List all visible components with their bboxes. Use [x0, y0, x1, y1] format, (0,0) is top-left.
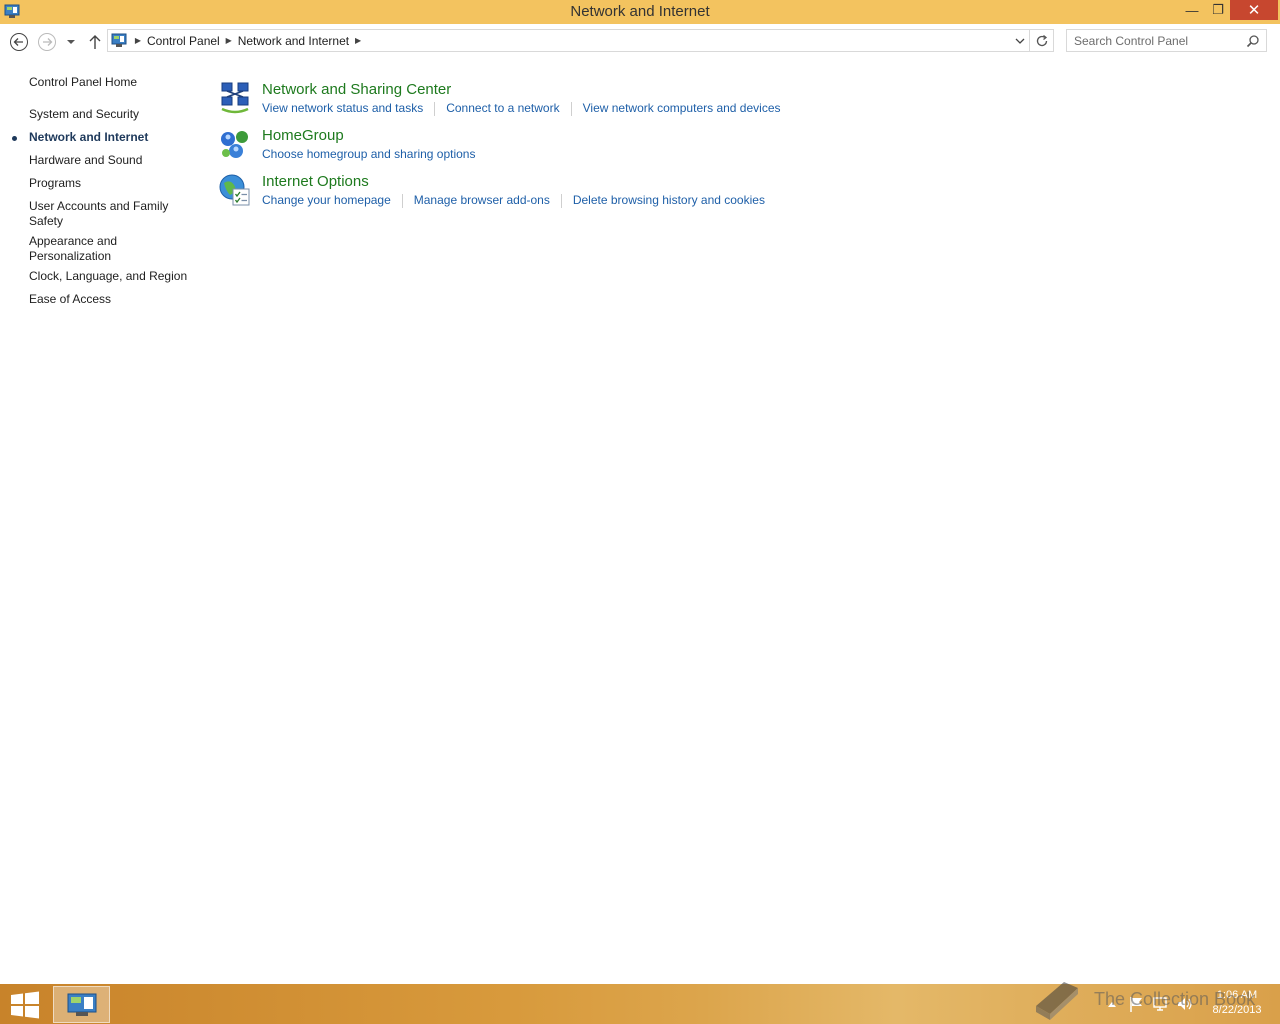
link-choose-homegroup[interactable]: Choose homegroup and sharing options — [262, 147, 475, 161]
network-sharing-icon[interactable] — [218, 81, 252, 115]
category-title-internet-options[interactable]: Internet Options — [262, 173, 369, 190]
link-delete-browsing-history[interactable]: Delete browsing history and cookies — [573, 193, 765, 208]
up-button[interactable] — [85, 32, 105, 52]
forward-button[interactable] — [37, 32, 57, 52]
window-title: Network and Internet — [570, 3, 710, 20]
link-divider — [570, 102, 572, 116]
sidebar-item-ease-of-access[interactable]: Ease of Access — [29, 292, 194, 307]
sidebar-item-appearance[interactable]: Appearance and Personalization — [29, 234, 139, 264]
windows-start-icon[interactable] — [8, 990, 42, 1020]
taskbar: 1:06 AM 8/22/2013 — [0, 984, 1280, 1024]
sidebar-home-link[interactable]: Control Panel Home — [29, 75, 137, 89]
maximize-button[interactable]: ❐ — [1204, 0, 1232, 20]
category-links: Change your homepage Manage browser add-… — [262, 193, 765, 208]
breadcrumb-control-panel[interactable]: Control Panel — [147, 34, 220, 48]
internet-options-icon[interactable] — [218, 173, 252, 207]
control-panel-icon — [111, 33, 127, 47]
taskbar-control-panel-button[interactable] — [53, 986, 110, 1023]
category-title-network-sharing[interactable]: Network and Sharing Center — [262, 81, 451, 98]
homegroup-icon[interactable] — [218, 127, 252, 161]
search-box[interactable] — [1066, 29, 1267, 52]
active-item-bullet — [12, 136, 17, 141]
chevron-right-icon[interactable]: ▶ — [353, 36, 363, 45]
link-view-network-computers[interactable]: View network computers and devices — [583, 101, 781, 116]
chevron-down-icon — [1015, 38, 1025, 44]
category-links: View network status and tasks Connect to… — [262, 101, 781, 116]
search-icon[interactable] — [1246, 34, 1260, 48]
watermark-text: The Collection Book — [1094, 989, 1256, 1009]
link-divider — [560, 194, 562, 208]
sidebar-item-clock-language-region[interactable]: Clock, Language, and Region — [29, 269, 194, 284]
address-bar[interactable]: ▶ Control Panel ▶ Network and Internet ▶ — [107, 29, 1054, 52]
title-bar: Network and Internet — ❐ ✕ — [0, 0, 1280, 24]
recent-locations-button[interactable] — [64, 32, 78, 52]
sidebar-item-hardware-and-sound[interactable]: Hardware and Sound — [29, 153, 194, 168]
back-arrow-icon — [10, 33, 28, 51]
minimize-button[interactable]: — — [1178, 0, 1206, 20]
sidebar-item-network-and-internet[interactable]: Network and Internet — [29, 130, 194, 145]
sidebar-item-system-and-security[interactable]: System and Security — [29, 107, 194, 122]
close-button[interactable]: ✕ — [1230, 0, 1278, 20]
control-panel-icon — [67, 993, 96, 1016]
refresh-button[interactable] — [1029, 30, 1053, 51]
link-connect-to-network[interactable]: Connect to a network — [446, 101, 559, 116]
link-view-network-status[interactable]: View network status and tasks — [262, 101, 423, 116]
forward-arrow-icon — [38, 33, 56, 51]
refresh-icon — [1036, 34, 1047, 46]
category-links: Choose homegroup and sharing options — [262, 147, 475, 161]
link-divider — [401, 194, 403, 208]
control-panel-icon[interactable] — [4, 3, 20, 19]
sidebar-item-programs[interactable]: Programs — [29, 176, 194, 191]
category-title-homegroup[interactable]: HomeGroup — [262, 127, 344, 144]
link-change-homepage[interactable]: Change your homepage — [262, 193, 391, 208]
chevron-right-icon[interactable]: ▶ — [133, 36, 143, 45]
search-input[interactable] — [1074, 33, 1244, 48]
breadcrumb-network-and-internet[interactable]: Network and Internet — [238, 34, 349, 48]
address-dropdown-button[interactable] — [1013, 33, 1027, 49]
chevron-down-icon — [67, 40, 75, 44]
sidebar-item-user-accounts[interactable]: User Accounts and Family Safety — [29, 199, 174, 229]
link-manage-add-ons[interactable]: Manage browser add-ons — [414, 193, 550, 208]
link-divider — [434, 102, 436, 116]
chevron-right-icon[interactable]: ▶ — [224, 36, 234, 45]
navigation-bar: ▶ Control Panel ▶ Network and Internet ▶ — [0, 24, 1280, 58]
up-arrow-icon — [89, 35, 101, 49]
back-button[interactable] — [9, 32, 29, 52]
